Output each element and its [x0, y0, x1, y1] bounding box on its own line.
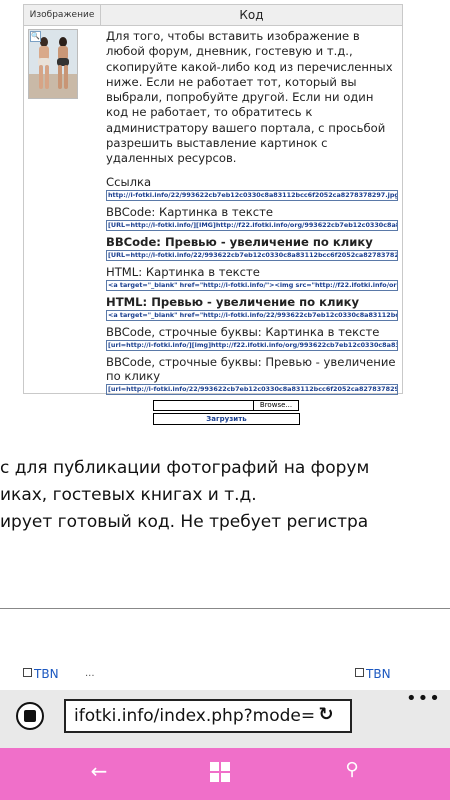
refresh-icon[interactable]: ↻ — [316, 705, 336, 725]
code-label-link: Ссылка — [106, 175, 152, 189]
code-label-html-preview: HTML: Превью - увеличение по клику — [106, 295, 360, 309]
code-field-bbcode-lower-preview[interactable]: [url=http://i-fotki.info/22/993622cb7eb1… — [106, 384, 398, 395]
code-label-bbcode-preview: BBCode: Превью - увеличение по клику — [106, 235, 373, 249]
windows-logo-icon[interactable] — [210, 762, 230, 782]
divider — [0, 608, 450, 609]
tabs-icon[interactable] — [16, 702, 44, 730]
code-label-bbcode-lower-image: BBCode, строчные буквы: Картинка в текст… — [106, 325, 380, 339]
url-field[interactable]: ifotki.info/index.php?mode= — [64, 699, 352, 733]
image-placeholder-icon — [23, 668, 32, 677]
image-placeholder-icon — [355, 668, 364, 677]
code-field-bbcode-lower-image[interactable]: [url=http://i-fotki.info/][img]http://f2… — [106, 340, 398, 351]
code-field-bbcode-preview[interactable]: [URL=http://i-fotki.info/22/993622cb7eb1… — [106, 250, 398, 261]
partial-link[interactable]: ... — [85, 668, 95, 679]
intro-text: с для публикации фотографий на форум ика… — [0, 455, 450, 536]
tbn-link-right-label: TBN — [366, 667, 391, 681]
zoom-icon[interactable]: 🔍 — [30, 31, 41, 42]
tabs-icon-inner — [24, 710, 36, 722]
search-icon[interactable]: ⚲ — [340, 758, 364, 782]
column-image-header: Изображение — [24, 5, 101, 25]
code-field-html-image[interactable]: <a target="_blank" href="http://i-fotki.… — [106, 280, 398, 291]
image-thumbnail[interactable]: 🔍 — [28, 29, 78, 99]
tbn-link-left-label: TBN — [34, 667, 59, 681]
more-icon[interactable]: ••• — [406, 690, 441, 708]
code-list: Ссылка http://i-fotki.info/22/993622cb7e… — [106, 175, 398, 399]
intro-line-1: с для публикации фотографий на форум — [0, 458, 370, 478]
upload-button[interactable]: Загрузить — [153, 413, 300, 425]
code-field-bbcode-image[interactable]: [URL=http://i-fotki.info/][IMG]http://f2… — [106, 220, 398, 231]
intro-line-2: иках, гостевых книгах и т.д. — [0, 485, 257, 505]
tbn-link-right[interactable]: TBN — [355, 667, 391, 681]
file-path-input[interactable] — [153, 400, 254, 411]
instructions-text: Для того, чтобы вставить изображение в л… — [106, 29, 393, 166]
code-label-html-image: HTML: Картинка в тексте — [106, 265, 260, 279]
upload-form: Browse... Загрузить — [153, 400, 300, 425]
code-table: Изображение Код 🔍 Для того, чтобы встави… — [23, 4, 403, 395]
intro-line-3: ирует готовый код. Не требует регистра — [0, 512, 369, 532]
code-label-bbcode-image: BBCode: Картинка в тексте — [106, 205, 273, 219]
table-header: Изображение Код — [24, 5, 402, 26]
file-picker: Browse... — [153, 400, 299, 411]
back-arrow-icon[interactable]: ← — [88, 760, 110, 782]
code-field-link[interactable]: http://i-fotki.info/22/993622cb7eb12c033… — [106, 190, 398, 201]
browse-button[interactable]: Browse... — [253, 400, 299, 411]
column-code-header: Код — [239, 8, 264, 22]
code-label-bbcode-lower-preview: BBCode, строчные буквы: Превью - увеличе… — [106, 355, 396, 383]
code-field-html-preview[interactable]: <a target="_blank" href="http://i-fotki.… — [106, 310, 398, 321]
tbn-link-left[interactable]: TBN — [23, 667, 59, 681]
